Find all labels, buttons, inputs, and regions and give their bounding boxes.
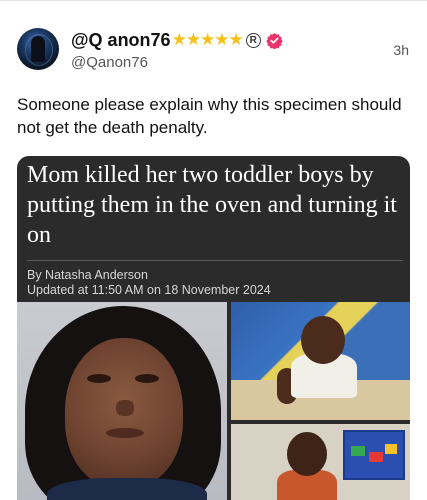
- avatar-figure: [31, 36, 45, 62]
- baby-head: [301, 316, 345, 364]
- toy-block-yellow: [385, 444, 397, 454]
- star-icon: ★★★★★: [171, 30, 244, 49]
- child-head: [287, 432, 327, 476]
- toy-basket: [343, 430, 405, 480]
- nose-shape: [116, 400, 134, 416]
- display-name[interactable]: @Q anon76: [71, 30, 171, 51]
- link-card[interactable]: Mom killed her two toddler boys by putti…: [17, 156, 410, 500]
- top-divider: [0, 0, 427, 1]
- toddler-photo-top: [231, 302, 410, 420]
- shirt-shape: [47, 478, 207, 500]
- registered-icon: R: [245, 32, 261, 48]
- eye-right: [135, 374, 159, 383]
- toy-block-red: [369, 452, 383, 462]
- card-headline: Mom killed her two toddler boys by putti…: [27, 162, 397, 248]
- post-text: Someone please explain why this specimen…: [17, 95, 402, 137]
- toddler-photo-bottom: [231, 424, 410, 500]
- verified-badge-icon: [266, 32, 283, 49]
- avatar[interactable]: [17, 28, 59, 70]
- post-time[interactable]: 3h: [393, 42, 409, 58]
- card-byline: By Natasha Anderson: [27, 268, 148, 282]
- author-name-row: @Q anon76 ★★★★★ R: [71, 28, 283, 52]
- handle[interactable]: @Qanon76: [71, 54, 148, 71]
- card-updated: Updated at 11:50 AM on 18 November 2024: [27, 283, 271, 297]
- eye-left: [87, 374, 111, 383]
- mugshot-image: [17, 302, 227, 500]
- toy-block-green: [351, 446, 365, 456]
- card-divider: [27, 260, 403, 261]
- mouth-shape: [106, 428, 144, 438]
